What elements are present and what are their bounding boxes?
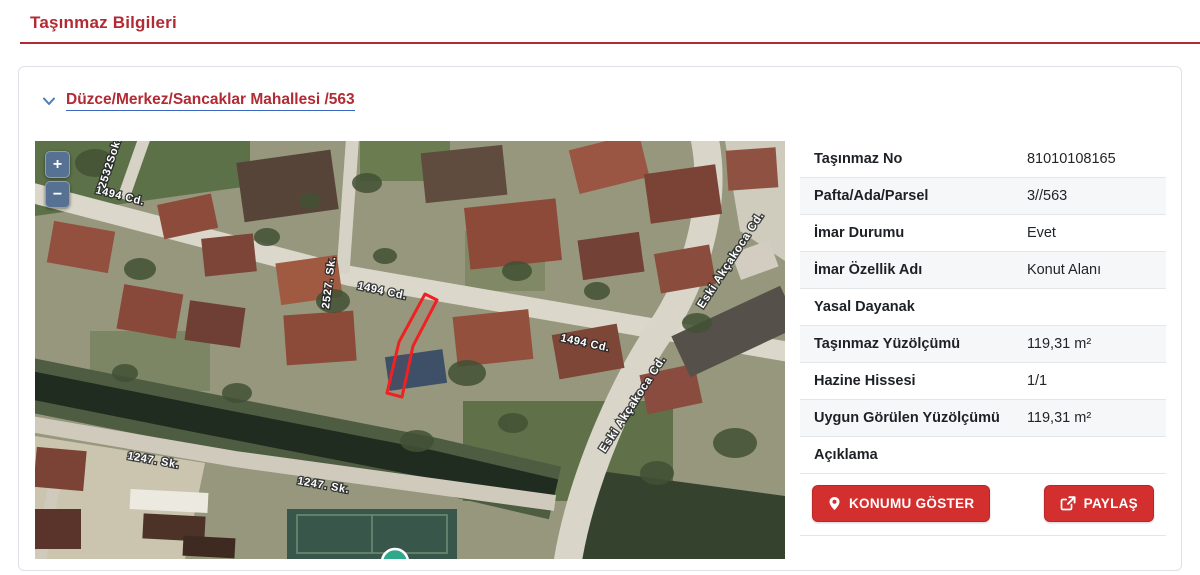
zoom-in-button[interactable]: +: [45, 151, 70, 178]
row-label: Uygun Görülen Yüzölçümü: [814, 410, 1027, 426]
row-label: Yasal Dayanak: [814, 299, 1027, 315]
table-row: Hazine Hissesi 1/1: [800, 363, 1166, 400]
table-row: İmar Özellik Adı Konut Alanı: [800, 252, 1166, 289]
location-pin-icon: [828, 496, 841, 511]
table-row: Açıklama: [800, 437, 1166, 474]
share-icon: [1060, 496, 1076, 511]
table-row: Pafta/Ada/Parsel 3//563: [800, 178, 1166, 215]
share-label: PAYLAŞ: [1084, 496, 1138, 511]
row-label: Açıklama: [814, 447, 1027, 463]
row-label: İmar Durumu: [814, 225, 1027, 241]
content-row: 2532Sok. 1494 Cd. 2527. Sk. 1494 Cd. 149…: [19, 141, 1181, 575]
row-label: Taşınmaz Yüzölçümü: [814, 336, 1027, 352]
share-button[interactable]: PAYLAŞ: [1044, 485, 1154, 522]
parcel-map[interactable]: 2532Sok. 1494 Cd. 2527. Sk. 1494 Cd. 149…: [35, 141, 785, 559]
chevron-down-icon[interactable]: [41, 93, 57, 109]
row-label: İmar Özellik Adı: [814, 262, 1027, 278]
row-value: 1/1: [1027, 373, 1152, 389]
row-value: 119,31 m²: [1027, 410, 1152, 426]
property-details-table: Taşınmaz No 81010108165 Pafta/Ada/Parsel…: [800, 141, 1166, 559]
map-zoom-control: + −: [45, 151, 70, 208]
section-header: Düzce/Merkez/Sancaklar Mahallesi /563: [19, 67, 1181, 111]
table-row: Uygun Görülen Yüzölçümü 119,31 m²: [800, 400, 1166, 437]
page-title: Taşınmaz Bilgileri: [30, 13, 1200, 33]
row-value: 119,31 m²: [1027, 336, 1152, 352]
row-value: 81010108165: [1027, 151, 1152, 167]
row-label: Pafta/Ada/Parsel: [814, 188, 1027, 204]
table-row: İmar Durumu Evet: [800, 215, 1166, 252]
table-row: Yasal Dayanak: [800, 289, 1166, 326]
title-divider: [20, 42, 1200, 44]
show-location-button[interactable]: KONUMU GÖSTER: [812, 485, 990, 522]
row-value: Konut Alanı: [1027, 262, 1152, 278]
property-card: Düzce/Merkez/Sancaklar Mahallesi /563: [18, 66, 1182, 571]
table-row: Taşınmaz No 81010108165: [800, 141, 1166, 178]
row-value: Evet: [1027, 225, 1152, 241]
page-header: Taşınmaz Bilgileri: [0, 0, 1200, 33]
zoom-out-button[interactable]: −: [45, 181, 70, 208]
row-label: Hazine Hissesi: [814, 373, 1027, 389]
actions-row: KONUMU GÖSTER PAYLAŞ: [800, 474, 1166, 536]
show-location-label: KONUMU GÖSTER: [849, 496, 974, 511]
parcel-section-link[interactable]: Düzce/Merkez/Sancaklar Mahallesi /563: [66, 91, 355, 111]
row-label: Taşınmaz No: [814, 151, 1027, 167]
satellite-map-image: 2532Sok. 1494 Cd. 2527. Sk. 1494 Cd. 149…: [35, 141, 785, 559]
row-value: 3//563: [1027, 188, 1152, 204]
table-row: Taşınmaz Yüzölçümü 119,31 m²: [800, 326, 1166, 363]
